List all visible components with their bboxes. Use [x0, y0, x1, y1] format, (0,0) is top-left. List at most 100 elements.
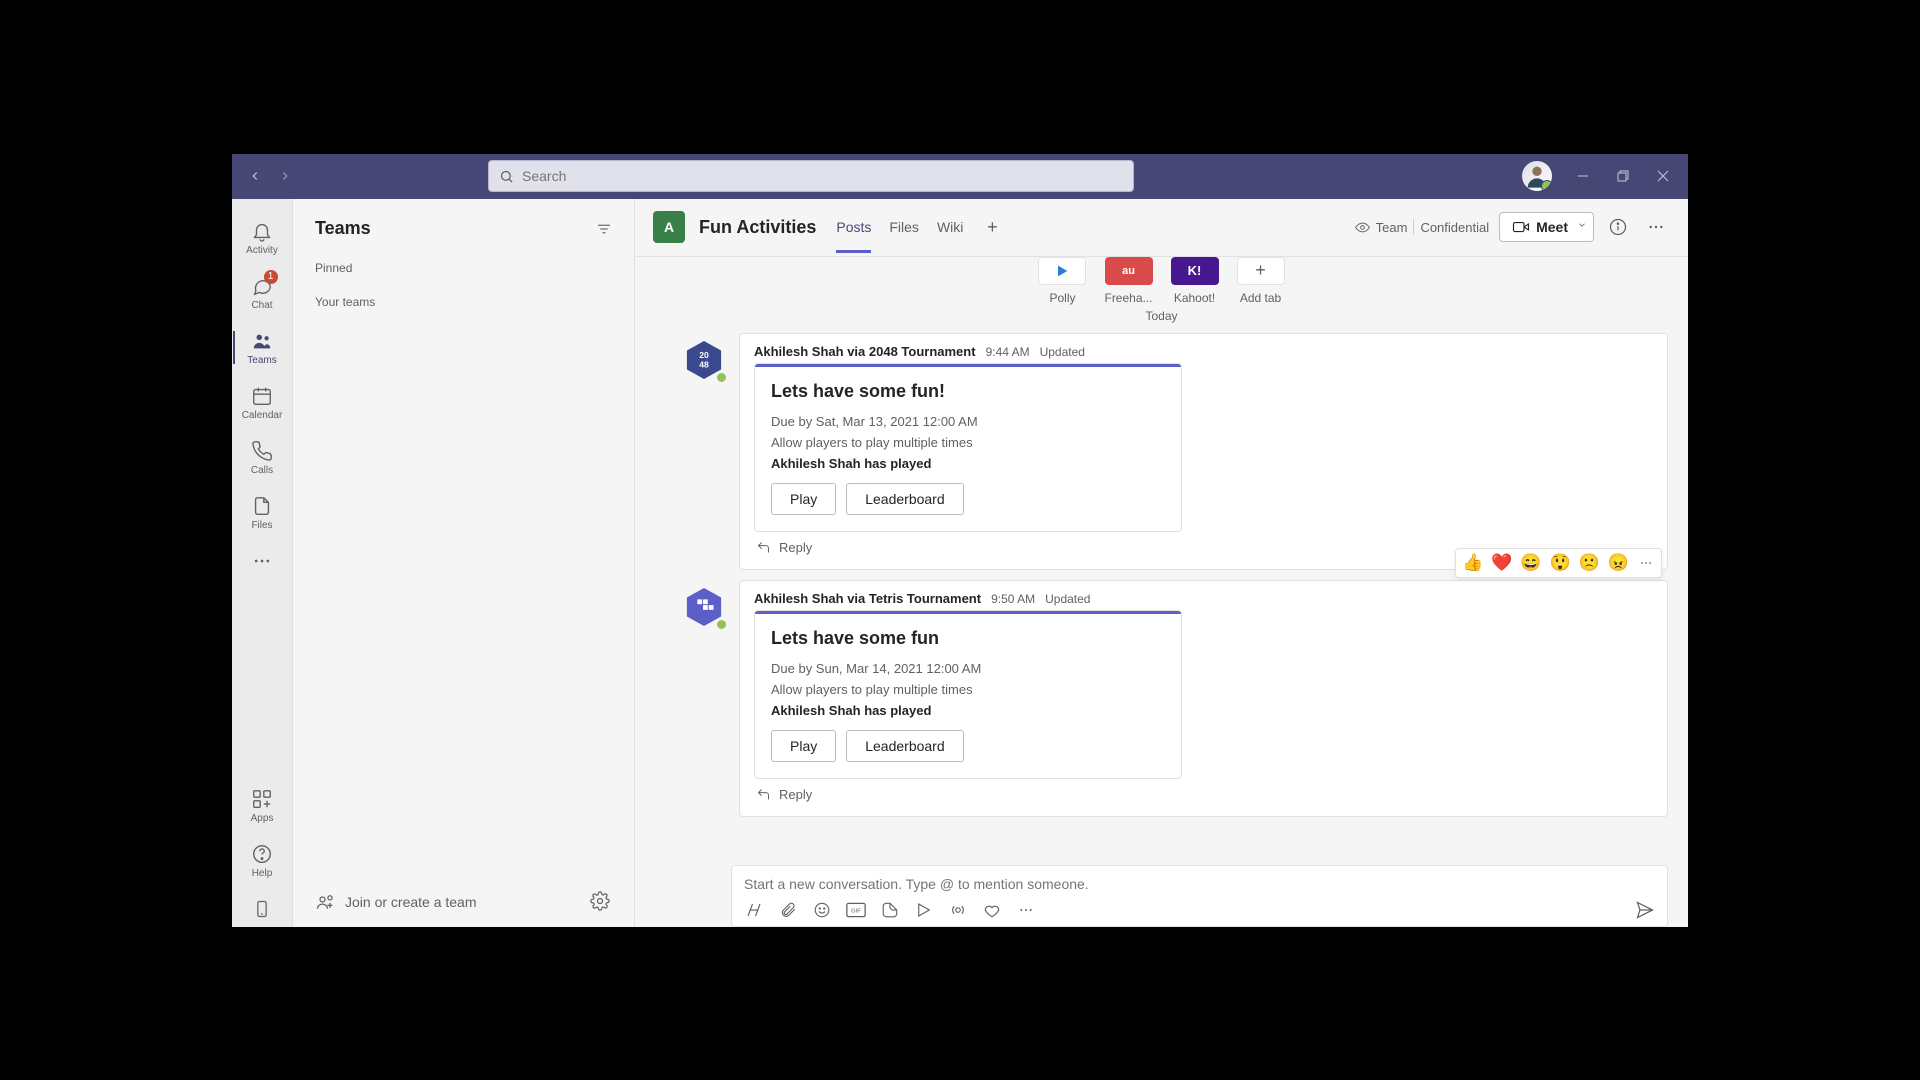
gif-button[interactable]: GIF	[846, 900, 866, 920]
team-avatar: A	[653, 211, 685, 243]
format-button[interactable]	[744, 900, 764, 920]
play-button[interactable]: Play	[771, 483, 836, 515]
send-button[interactable]	[1635, 900, 1655, 920]
minimize-button[interactable]	[1574, 167, 1592, 185]
apprail-download[interactable]	[235, 891, 290, 927]
nav-back-button[interactable]	[246, 167, 264, 185]
more-options-button[interactable]	[1642, 213, 1670, 241]
leaderboard-button[interactable]: Leaderboard	[846, 483, 963, 515]
info-button[interactable]	[1604, 213, 1632, 241]
date-divider: Today	[655, 309, 1668, 323]
card-title: Lets have some fun!	[771, 381, 1165, 402]
svg-text:GIF: GIF	[851, 908, 861, 914]
bell-icon	[250, 219, 274, 243]
join-create-team[interactable]: Join or create a team	[345, 894, 580, 910]
app-tile-polly[interactable]: Polly	[1038, 257, 1086, 305]
apprail-activity[interactable]: Activity	[235, 213, 290, 262]
apprail-apps[interactable]: Apps	[235, 781, 290, 830]
apprail-label: Files	[251, 520, 272, 531]
meet-button[interactable]: Meet	[1499, 212, 1581, 242]
help-icon	[250, 842, 274, 866]
reaction-angry[interactable]: 😠	[1608, 553, 1629, 573]
nav-forward-button[interactable]	[276, 167, 294, 185]
teams-panel-title: Teams	[315, 218, 371, 239]
reply-button[interactable]: Reply	[754, 787, 1653, 802]
post-status: Updated	[1045, 592, 1090, 606]
reply-icon	[756, 787, 771, 802]
apprail-chat[interactable]: 1 Chat	[235, 268, 290, 317]
apprail-help[interactable]: Help	[235, 836, 290, 885]
apprail-label: Chat	[251, 300, 272, 311]
emoji-button[interactable]	[812, 900, 832, 920]
apprail-calls[interactable]: Calls	[235, 433, 290, 482]
apprail-label: Calls	[251, 465, 273, 476]
add-tab-button[interactable]: +	[981, 216, 1003, 238]
titlebar	[232, 154, 1688, 199]
attach-button[interactable]	[778, 900, 798, 920]
mobile-icon	[250, 897, 274, 921]
files-icon	[250, 494, 274, 518]
meet-now-button[interactable]	[914, 900, 934, 920]
channel-area: A Fun Activities Posts Files Wiki + Team…	[635, 199, 1688, 927]
close-button[interactable]	[1654, 167, 1672, 185]
channel-title: Fun Activities	[699, 217, 816, 238]
app-window: Activity 1 Chat Teams Calendar Calls	[232, 154, 1688, 927]
video-icon	[1512, 218, 1530, 236]
svg-text:48: 48	[699, 359, 709, 369]
teams-panel: Teams Pinned Your teams Join or create a…	[293, 199, 635, 927]
praise-button[interactable]	[982, 900, 1002, 920]
card-played: Akhilesh Shah has played	[771, 456, 1165, 471]
app-rail: Activity 1 Chat Teams Calendar Calls	[232, 199, 293, 927]
filter-button[interactable]	[592, 217, 616, 241]
manage-teams-button[interactable]	[590, 891, 612, 913]
meet-dropdown[interactable]	[1571, 212, 1594, 242]
posts-scroll[interactable]: Polly au Freeha... K! Kahoot! + Add tab	[635, 257, 1688, 861]
post-status: Updated	[1040, 345, 1085, 359]
section-your-teams[interactable]: Your teams	[293, 285, 634, 319]
user-avatar[interactable]	[1522, 161, 1552, 191]
leaderboard-button[interactable]: Leaderboard	[846, 730, 963, 762]
post: 2048 Akhilesh Shah via 2048 Tournament 9…	[655, 333, 1668, 570]
stream-button[interactable]	[948, 900, 968, 920]
calendar-icon	[250, 384, 274, 408]
apprail-calendar[interactable]: Calendar	[235, 378, 290, 427]
sensitivity-label[interactable]: Team Confidential	[1355, 219, 1489, 235]
reaction-surprised[interactable]: 😲	[1549, 553, 1570, 573]
post-time: 9:44 AM	[986, 345, 1030, 359]
reaction-laugh[interactable]: 😄	[1520, 553, 1541, 573]
more-icon	[250, 549, 274, 573]
eye-icon	[1355, 220, 1370, 235]
chevron-down-icon	[1577, 220, 1587, 230]
compose-more-button[interactable]	[1016, 900, 1036, 920]
search-input[interactable]	[522, 168, 1123, 184]
reaction-heart[interactable]: ❤️	[1491, 553, 1512, 573]
apprail-more[interactable]	[235, 543, 290, 579]
apprail-teams[interactable]: Teams	[235, 323, 290, 372]
search-box[interactable]	[488, 160, 1134, 192]
tab-files[interactable]: Files	[889, 203, 919, 251]
card-title: Lets have some fun	[771, 628, 1165, 649]
teams-icon	[250, 329, 274, 353]
app-tile-kahoot[interactable]: K! Kahoot!	[1171, 257, 1219, 305]
reaction-more[interactable]	[1637, 556, 1655, 570]
reaction-sad[interactable]: 🙁	[1579, 553, 1600, 573]
card-due: Due by Sat, Mar 13, 2021 12:00 AM	[771, 414, 1165, 429]
reaction-like[interactable]: 👍	[1462, 553, 1483, 573]
app-tile-addtab[interactable]: + Add tab	[1237, 257, 1285, 305]
card-allow: Allow players to play multiple times	[771, 435, 1165, 450]
card-allow: Allow players to play multiple times	[771, 682, 1165, 697]
post-time: 9:50 AM	[991, 592, 1035, 606]
compose-input[interactable]	[744, 876, 1655, 892]
join-team-icon	[315, 892, 335, 912]
sticker-button[interactable]	[880, 900, 900, 920]
chat-badge: 1	[264, 270, 278, 284]
apprail-files[interactable]: Files	[235, 488, 290, 537]
tab-posts[interactable]: Posts	[836, 203, 871, 251]
adaptive-card: Lets have some fun! Due by Sat, Mar 13, …	[754, 363, 1182, 532]
section-pinned[interactable]: Pinned	[293, 251, 634, 285]
maximize-button[interactable]	[1614, 167, 1632, 185]
apprail-label: Help	[252, 868, 273, 879]
play-button[interactable]: Play	[771, 730, 836, 762]
tab-wiki[interactable]: Wiki	[937, 203, 963, 251]
app-tile-freehand[interactable]: au Freeha...	[1104, 257, 1152, 305]
